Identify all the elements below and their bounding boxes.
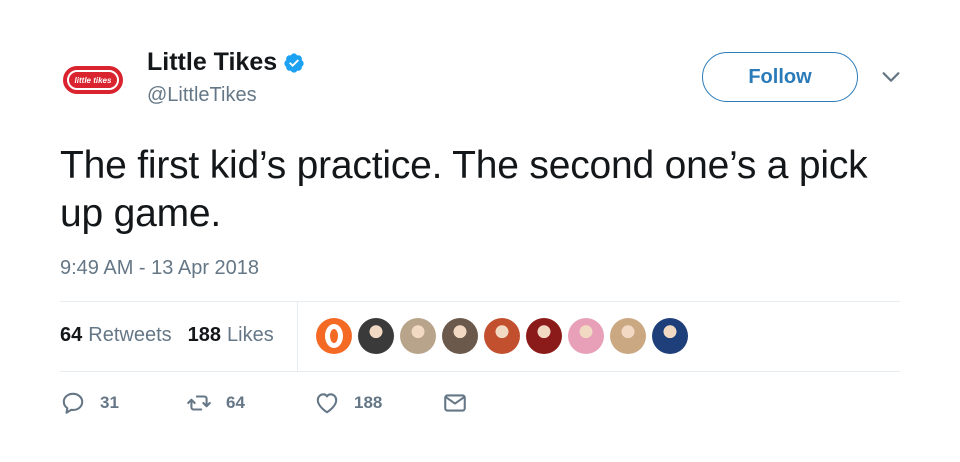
chevron-down-icon[interactable]	[880, 66, 902, 88]
envelope-icon	[444, 394, 466, 412]
author-handle[interactable]: @LittleTikes	[147, 84, 257, 107]
avatar[interactable]: little tikes	[60, 52, 126, 108]
like-count: 188	[354, 393, 383, 412]
heart-icon	[316, 393, 338, 414]
liker-avatars	[316, 318, 688, 354]
liker-avatar[interactable]	[316, 318, 352, 354]
liker-avatar[interactable]	[568, 318, 604, 354]
tweet-text: The first kid’s practice. The second one…	[60, 144, 868, 235]
divider-top	[60, 301, 900, 302]
logo-text: little tikes	[69, 72, 117, 88]
retweets-label: Retweets	[88, 324, 172, 346]
divider-vertical	[297, 302, 298, 371]
likes-label: Likes	[227, 324, 274, 346]
author-name-row: Little Tikes	[147, 48, 305, 77]
retweet-button[interactable]: 64	[186, 390, 314, 416]
retweets-stat[interactable]: 64 Retweets	[60, 324, 172, 347]
liker-avatar[interactable]	[610, 318, 646, 354]
liker-avatar[interactable]	[526, 318, 562, 354]
follow-button[interactable]: Follow	[702, 52, 858, 102]
little-tikes-logo: little tikes	[63, 66, 123, 94]
reply-count: 31	[100, 393, 119, 412]
liker-avatar[interactable]	[484, 318, 520, 354]
retweets-count: 64	[60, 324, 83, 346]
retweet-count: 64	[226, 393, 245, 412]
likes-count: 188	[187, 324, 221, 346]
tweet-actions: 31 64 188	[60, 390, 468, 416]
retweet-icon	[187, 395, 211, 411]
verified-badge-icon	[284, 52, 304, 73]
likes-stat[interactable]: 188 Likes	[188, 324, 274, 347]
reply-icon	[62, 392, 84, 414]
divider-bottom	[60, 371, 900, 372]
liker-avatar[interactable]	[442, 318, 478, 354]
reply-button[interactable]: 31	[60, 390, 186, 416]
tweet-stats: 64 Retweets 188 Likes	[60, 324, 274, 347]
display-name[interactable]: Little Tikes	[147, 48, 277, 77]
like-button[interactable]: 188	[314, 390, 442, 416]
liker-avatar[interactable]	[358, 318, 394, 354]
liker-avatar[interactable]	[400, 318, 436, 354]
direct-message-button[interactable]	[442, 390, 468, 416]
tweet-timestamp[interactable]: 9:49 AM - 13 Apr 2018	[60, 257, 259, 280]
liker-avatar[interactable]	[652, 318, 688, 354]
